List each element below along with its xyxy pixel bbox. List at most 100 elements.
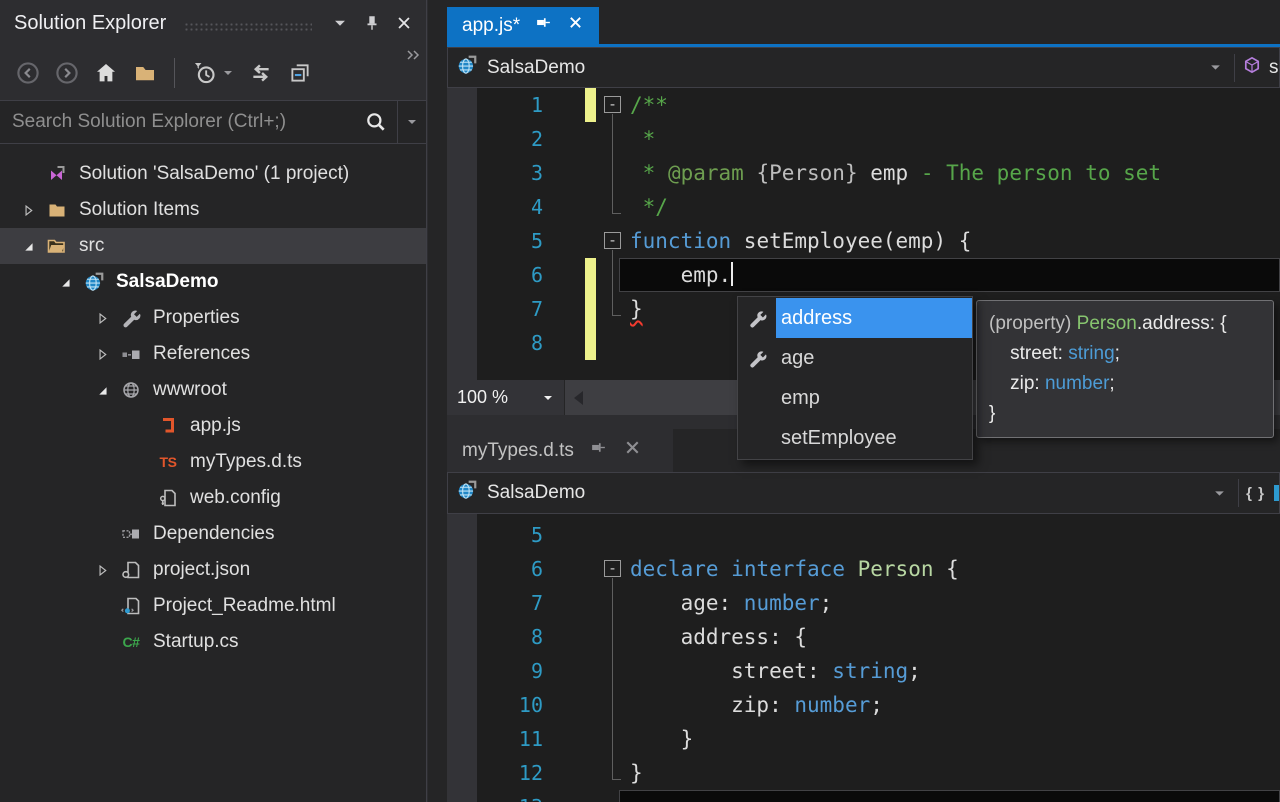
toolbar-overflow-icon[interactable]	[405, 49, 421, 67]
tree-item-wwwroot[interactable]: wwwroot	[0, 372, 426, 408]
chevron-down-icon[interactable]	[1203, 56, 1227, 80]
drag-grip[interactable]	[184, 22, 312, 31]
close-icon[interactable]	[567, 14, 584, 37]
expander-collapsed-icon[interactable]	[88, 564, 116, 577]
completion-item-age[interactable]: age	[738, 338, 972, 378]
expander-expanded-icon[interactable]	[51, 276, 79, 289]
code-line-7: 7 age: number;	[447, 586, 1280, 620]
project-dropdown-label: SalsaDemo	[487, 57, 585, 79]
code-line-9: 9 street: string;	[447, 654, 1280, 688]
tab-mytypes[interactable]: myTypes.d.ts	[447, 429, 673, 472]
code-text: street: string;	[630, 654, 921, 688]
expander-expanded-icon[interactable]	[14, 240, 42, 253]
pin-icon[interactable]	[360, 11, 384, 35]
fold-guide-corner	[612, 213, 621, 214]
tree-item-mytypes-d-ts[interactable]: TSmyTypes.d.ts	[0, 444, 426, 480]
tree-item-references[interactable]: References	[0, 336, 426, 372]
back-icon[interactable]	[16, 61, 40, 85]
tree-item-label: myTypes.d.ts	[190, 451, 302, 473]
tree-item-label: References	[153, 343, 250, 365]
tree-item-solution-salsademo-1-project[interactable]: Solution 'SalsaDemo' (1 project)	[0, 156, 426, 192]
code-text: }	[630, 292, 643, 326]
tab-app-js[interactable]: app.js*	[447, 7, 599, 44]
member-dropdown-label[interactable]: s	[1269, 57, 1279, 79]
change-bar-spacer	[585, 552, 596, 586]
tree-item-properties[interactable]: Properties	[0, 300, 426, 336]
pin-icon[interactable]	[535, 14, 552, 37]
scroll-left-icon[interactable]	[574, 391, 583, 405]
search-dropdown-icon[interactable]	[398, 101, 426, 143]
js-file-icon	[153, 416, 183, 436]
zoom-selector[interactable]: 100 %	[447, 380, 565, 415]
fold-guide	[612, 156, 613, 190]
outlining-margin	[597, 122, 631, 156]
line-number: 10	[447, 688, 557, 722]
expander-expanded-icon[interactable]	[88, 384, 116, 397]
search-box[interactable]: Search Solution Explorer (Ctrl+;)	[0, 100, 426, 144]
fold-guide	[612, 722, 613, 756]
tree-item-label: web.config	[190, 487, 281, 509]
project-dropdown[interactable]: SalsaDemo	[456, 54, 1203, 82]
home-icon[interactable]	[94, 61, 118, 85]
completion-item-label: address	[776, 298, 972, 338]
fold-guide	[612, 250, 613, 258]
completion-item-emp[interactable]: emp	[738, 378, 972, 418]
code-line-4: 4 */	[447, 190, 1280, 224]
tree-item-dependencies[interactable]: Dependencies	[0, 516, 426, 552]
line-number: 8	[447, 620, 557, 654]
pending-changes-filter-icon[interactable]	[192, 60, 234, 86]
completion-item-setemployee[interactable]: setEmployee	[738, 418, 972, 458]
sync-with-active-document-icon[interactable]	[249, 61, 273, 85]
tree-item-src[interactable]: src	[0, 228, 426, 264]
completion-item-address[interactable]: address	[738, 298, 972, 338]
change-bar-spacer	[585, 756, 596, 790]
code-text: /**	[630, 88, 668, 122]
close-icon[interactable]	[623, 438, 642, 463]
close-icon[interactable]	[392, 11, 416, 35]
fold-guide	[612, 292, 613, 316]
window-position-icon[interactable]	[328, 11, 352, 35]
fold-guide	[612, 586, 613, 620]
collapse-all-icon[interactable]	[288, 61, 312, 85]
outlining-margin: -	[597, 224, 631, 258]
tree-item-startup-cs[interactable]: C#Startup.cs	[0, 624, 426, 660]
fold-guide	[612, 190, 613, 214]
fold-toggle-icon[interactable]: -	[604, 560, 621, 577]
panel-title-bar[interactable]: Solution Explorer	[0, 0, 426, 46]
project-dropdown[interactable]: SalsaDemo	[456, 479, 1207, 507]
change-tracking-bar	[585, 88, 596, 122]
quick-info-tooltip: (property) Person.address: { street: str…	[976, 300, 1274, 438]
panel-splitter[interactable]	[428, 0, 447, 802]
code-editor-mytypes[interactable]: 56-declare interface Person {7 age: numb…	[447, 514, 1280, 802]
tree-item-project-json[interactable]: project.json	[0, 552, 426, 588]
expander-collapsed-icon[interactable]	[88, 348, 116, 361]
change-bar-spacer	[585, 122, 596, 156]
expander-collapsed-icon[interactable]	[14, 204, 42, 217]
chevron-down-icon[interactable]	[1207, 481, 1231, 505]
completion-item-label: emp	[776, 378, 972, 418]
chevron-down-icon	[542, 392, 554, 404]
tree-item-salsademo[interactable]: SalsaDemo	[0, 264, 426, 300]
search-input[interactable]: Search Solution Explorer (Ctrl+;)	[0, 111, 355, 133]
fold-toggle-icon[interactable]: -	[604, 96, 621, 113]
show-all-files-icon[interactable]	[133, 61, 157, 85]
tree-item-label: Solution 'SalsaDemo' (1 project)	[79, 163, 349, 185]
tree-item-label: Properties	[153, 307, 240, 329]
dependencies-icon	[116, 524, 146, 544]
fold-guide	[612, 654, 613, 688]
web-project-icon	[79, 271, 109, 293]
pin-icon[interactable]	[590, 439, 607, 462]
code-text: address: {	[630, 620, 807, 654]
quick-info-line: zip: number;	[989, 369, 1261, 399]
forward-icon[interactable]	[55, 61, 79, 85]
fold-guide	[612, 756, 613, 780]
line-number: 3	[447, 156, 557, 190]
search-icon[interactable]	[355, 101, 397, 143]
tree-item-project-readme-html[interactable]: Project_Readme.html	[0, 588, 426, 624]
expander-collapsed-icon[interactable]	[88, 312, 116, 325]
tree-item-web-config[interactable]: web.config	[0, 480, 426, 516]
change-bar-spacer	[585, 190, 596, 224]
tree-item-app-js[interactable]: app.js	[0, 408, 426, 444]
fold-toggle-icon[interactable]: -	[604, 232, 621, 249]
tree-item-solution-items[interactable]: Solution Items	[0, 192, 426, 228]
